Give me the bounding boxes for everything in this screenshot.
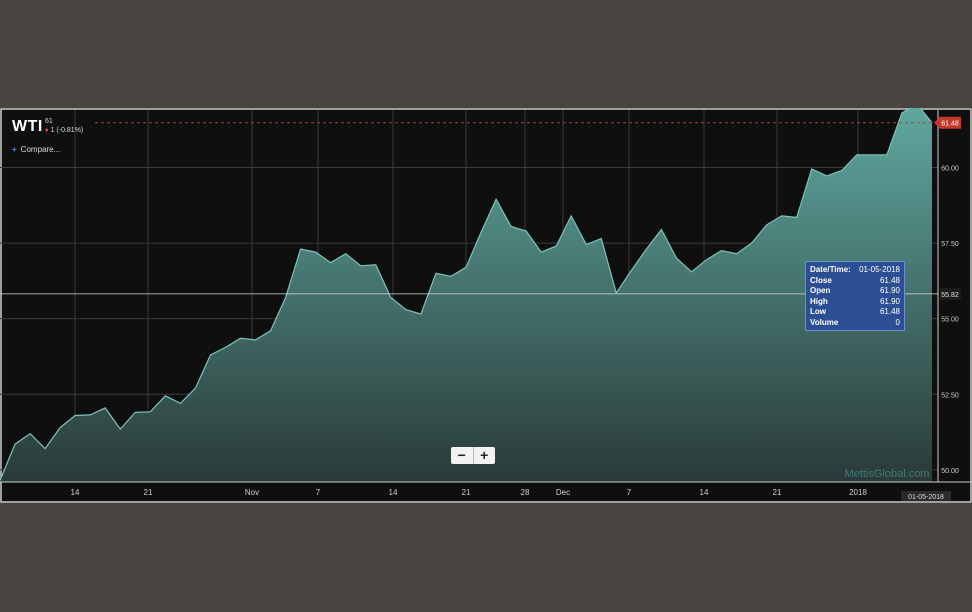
tooltip-row: Date/Time: 01-05-2018 (810, 265, 900, 276)
x-tick-label: Dec (556, 488, 570, 497)
tooltip-value: 61.48 (879, 275, 900, 285)
compare-label: Compare... (20, 145, 61, 154)
x-tick-label: 14 (389, 488, 398, 497)
price-change-label: 1 (-0.81%) (50, 127, 84, 134)
tooltip-value: 61.90 (879, 286, 900, 295)
y-tick-label: 60.00 (941, 165, 959, 172)
tooltip-key: Low (810, 307, 826, 316)
x-tick-label: 7 (316, 488, 321, 497)
x-tick-label: 14 (700, 488, 709, 497)
plus-icon: + (12, 145, 17, 154)
crosshair-value-label: 55.82 (941, 292, 959, 299)
x-tick-label: Nov (245, 488, 259, 497)
tooltip-key: Date/Time: (810, 265, 851, 274)
tooltip-value: 0 (895, 317, 900, 327)
x-tick-label: 14 (71, 488, 80, 497)
tooltip-row: Volume 0 (810, 318, 900, 329)
tooltip-row: Low 61.48 (810, 307, 900, 318)
tooltip-value: 61.48 (879, 307, 900, 316)
x-tick-label: 21 (144, 488, 153, 497)
y-tick-label: 50.00 (941, 468, 959, 475)
tooltip-key: High (810, 296, 828, 306)
y-tick-label: 55.00 (941, 317, 959, 324)
tooltip-row: High 61.90 (810, 297, 900, 308)
tooltip-value: 61.90 (879, 296, 900, 306)
data-tooltip: Date/Time: 01-05-2018 Close 61.48 Open 61.9… (805, 261, 905, 331)
zoom-out-button[interactable]: − (451, 447, 473, 464)
tooltip-row: Close 61.48 (810, 276, 900, 287)
x-tick-label: 28 (521, 488, 530, 497)
x-tick-label: 7 (627, 488, 632, 497)
tooltip-value: 01-05-2018 (859, 265, 900, 274)
current-price-label: 61.48 (941, 121, 959, 128)
last-price-label: 61 (45, 118, 53, 125)
tooltip-key: Volume (810, 317, 839, 327)
tooltip-key: Close (810, 275, 832, 285)
zoom-controls: − + (451, 447, 495, 464)
watermark: MettisGlobal.com (845, 468, 930, 480)
zoom-in-button[interactable]: + (472, 447, 496, 464)
x-tick-label: 2018 (849, 488, 867, 497)
compare-button[interactable]: + Compare... (12, 145, 60, 154)
price-change: ♦ 1 (-0.81%) (45, 127, 83, 134)
y-tick-label: 57.50 (941, 241, 959, 248)
date-badge-label: 01-05-2018 (908, 494, 944, 501)
symbol-label: WTI (12, 118, 43, 135)
tooltip-key: Open (810, 286, 831, 295)
y-tick-label: 52.50 (941, 392, 959, 399)
x-tick-label: 21 (773, 488, 782, 497)
tooltip-row: Open 61.90 (810, 286, 900, 297)
down-arrow-icon: ♦ (45, 127, 49, 134)
chart-frame: 50.00 52.50 55.00 57.50 60.00 14 21 Nov 7 14 21 28 D… (0, 108, 972, 503)
x-tick-label: 21 (462, 488, 471, 497)
